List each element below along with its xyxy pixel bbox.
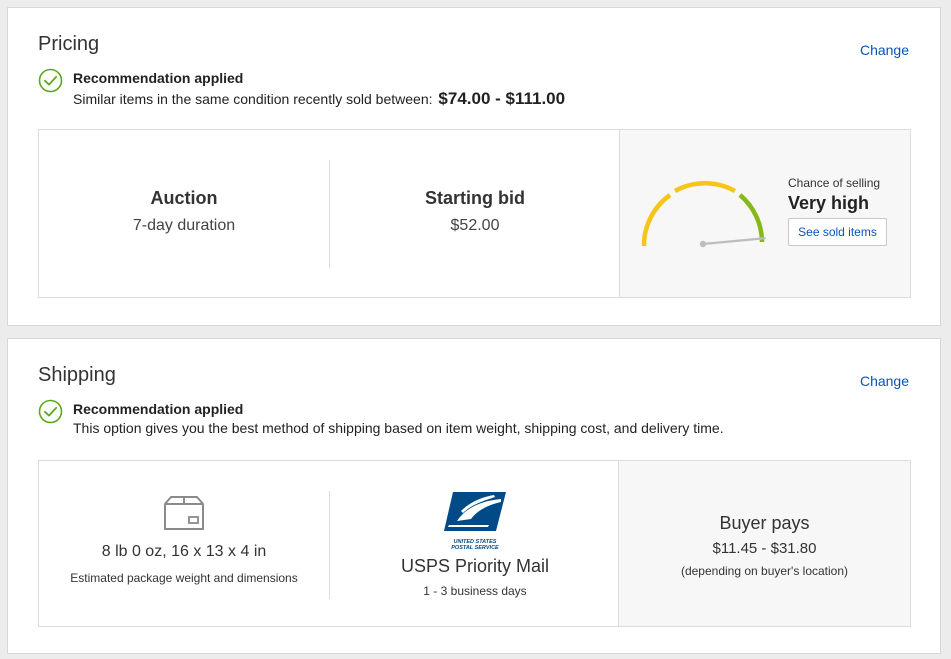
shipping-recommendation-description: This option gives you the best method of…: [73, 420, 724, 436]
gauge-segment-mid: [673, 181, 737, 193]
package-cell[interactable]: 8 lb 0 oz, 16 x 13 x 4 in Estimated pack…: [39, 461, 329, 626]
shipping-service-cell[interactable]: UNITED STATES POSTAL SERVICE USPS Priori…: [330, 461, 620, 626]
see-sold-items-button[interactable]: See sold items: [788, 218, 887, 246]
buyer-pays-note: (depending on buyer's location): [680, 564, 849, 578]
usps-logo: UNITED STATES POSTAL SERVICE: [443, 491, 507, 551]
check-circle-icon: [38, 399, 63, 424]
pricing-recommendation-title: Recommendation applied: [73, 70, 244, 86]
auction-format-cell[interactable]: Auction 7-day duration: [39, 130, 329, 297]
starting-bid-value: $52.00: [450, 217, 500, 234]
gauge-needle: [701, 237, 766, 246]
shipping-title: Shipping: [38, 364, 116, 386]
shipping-delivery-time: 1 - 3 business days: [423, 584, 527, 598]
shipping-panel: Shipping Change Recommendation applied T…: [7, 338, 941, 654]
usps-eagle-icon: [444, 492, 506, 531]
shipping-recommendation-title: Recommendation applied: [73, 401, 244, 417]
pricing-recommendation-description: Similar items in the same condition rece…: [73, 89, 565, 109]
format-label: Auction: [150, 188, 218, 208]
pricing-card: Auction 7-day duration Starting bid $52.…: [38, 129, 911, 298]
chance-label: Chance of selling: [788, 176, 881, 190]
pricing-title: Pricing: [38, 33, 100, 55]
shipping-change-link[interactable]: Change: [860, 373, 909, 389]
pricing-change-link[interactable]: Change: [860, 42, 909, 58]
selling-chance-gauge: [641, 181, 766, 248]
package-box-icon: [164, 496, 204, 530]
package-caption: Estimated package weight and dimensions: [70, 571, 298, 585]
format-duration: 7-day duration: [132, 217, 236, 234]
starting-bid-cell[interactable]: Starting bid $52.00: [330, 130, 620, 297]
chance-of-selling-cell: Chance of selling Very high See sold ite…: [619, 130, 910, 297]
package-dimensions: 8 lb 0 oz, 16 x 13 x 4 in: [101, 543, 267, 560]
usps-logo-text: UNITED STATES POSTAL SERVICE: [451, 539, 499, 551]
buyer-pays-cell: Buyer pays $11.45 - $31.80 (depending on…: [618, 461, 910, 626]
gauge-segment-high: [738, 193, 765, 243]
price-range: $74.00 - $111.00: [438, 89, 566, 108]
pricing-recommendation-text: Similar items in the same condition rece…: [73, 91, 433, 107]
buyer-pays-label: Buyer pays: [719, 513, 810, 533]
pricing-panel: Pricing Change Recommendation applied Si…: [7, 7, 941, 326]
check-circle-icon: [38, 68, 63, 93]
chance-value: Very high: [788, 193, 870, 213]
shipping-service-name: USPS Priority Mail: [400, 556, 550, 576]
gauge-segment-low: [641, 193, 672, 247]
starting-bid-label: Starting bid: [425, 188, 525, 208]
gauge-pivot: [699, 240, 707, 248]
shipping-card: 8 lb 0 oz, 16 x 13 x 4 in Estimated pack…: [38, 460, 911, 627]
buyer-pays-range: $11.45 - $31.80: [712, 540, 817, 557]
